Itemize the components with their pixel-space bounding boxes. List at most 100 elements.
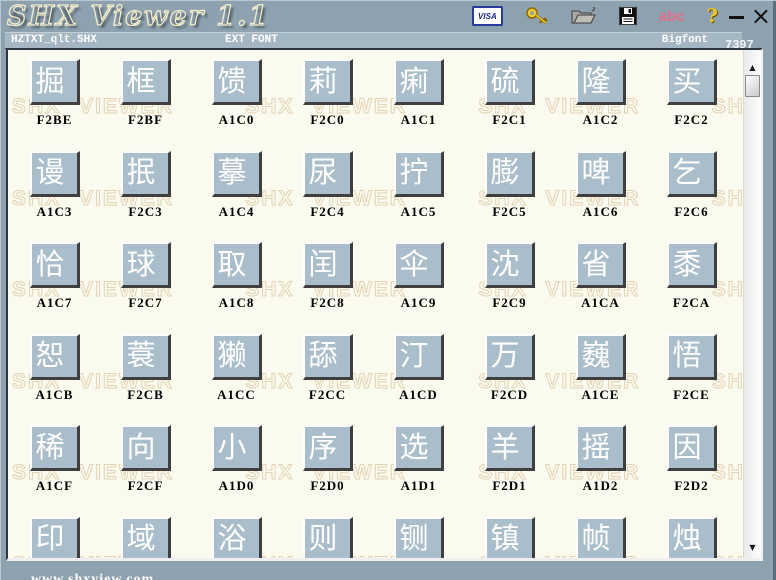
glyph-button[interactable]: 省 bbox=[575, 242, 626, 288]
glyph-button[interactable]: 买 bbox=[666, 59, 717, 105]
glyph-button[interactable]: 汀 bbox=[393, 333, 444, 380]
glyph-panel: SHX VIEWER SHX VIEWER SHX VIEWER SHX VIE… bbox=[6, 48, 763, 561]
glyph-char: 则 bbox=[308, 523, 338, 555]
font-type-label: EXT FONT bbox=[225, 34, 278, 46]
glyph-char: 蓑 bbox=[126, 340, 156, 372]
glyph-cell: 闰 F2C8 bbox=[282, 242, 373, 334]
glyph-button[interactable]: 摹 bbox=[211, 150, 262, 197]
glyph-button[interactable]: 闰 bbox=[302, 242, 353, 288]
scroll-down-icon[interactable]: ▼ bbox=[749, 544, 755, 552]
glyph-button[interactable]: 框 bbox=[120, 59, 171, 105]
glyph-button[interactable]: 恰 bbox=[29, 242, 80, 288]
glyph-button[interactable]: 铡 bbox=[393, 516, 444, 558]
glyph-char: 黍 bbox=[672, 248, 702, 281]
glyph-content: SHX VIEWER SHX VIEWER SHX VIEWER SHX VIE… bbox=[8, 50, 743, 558]
glyph-button[interactable]: 向 bbox=[120, 425, 171, 471]
glyph-char: 拧 bbox=[399, 157, 429, 189]
glyph-button[interactable]: 黍 bbox=[666, 242, 717, 288]
glyph-button[interactable]: 序 bbox=[302, 425, 353, 471]
glyph-button[interactable]: 掘 bbox=[29, 59, 80, 105]
glyph-button[interactable]: 稀 bbox=[29, 425, 80, 471]
glyph-button[interactable]: 球 bbox=[120, 242, 171, 288]
abc-text-icon[interactable]: abc bbox=[659, 8, 685, 25]
glyph-char: 万 bbox=[490, 340, 520, 372]
glyph-char: 摹 bbox=[217, 157, 247, 189]
glyph-code: A1C1 bbox=[400, 112, 437, 127]
glyph-code: F2C8 bbox=[310, 295, 345, 310]
glyph-button[interactable]: 乞 bbox=[666, 150, 717, 197]
glyph-button[interactable]: 印 bbox=[29, 516, 80, 558]
glyph-button[interactable]: 因 bbox=[666, 425, 717, 471]
glyph-cell: 则 bbox=[282, 516, 373, 558]
glyph-button[interactable]: 蓑 bbox=[120, 333, 171, 380]
glyph-cell: 黍 F2CA bbox=[646, 242, 737, 334]
minimize-button[interactable] bbox=[728, 7, 745, 25]
glyph-button[interactable]: 抿 bbox=[120, 150, 171, 197]
glyph-button[interactable]: 馈 bbox=[211, 59, 262, 105]
glyph-cell: 巍 A1CE bbox=[555, 333, 646, 426]
glyph-code: F2C9 bbox=[492, 295, 527, 310]
glyph-button[interactable]: 选 bbox=[393, 425, 444, 471]
glyph-button[interactable]: 羊 bbox=[484, 425, 535, 471]
glyph-button[interactable]: 舔 bbox=[302, 333, 353, 380]
glyph-char: 馈 bbox=[217, 65, 247, 98]
glyph-button[interactable]: 獭 bbox=[211, 333, 262, 380]
glyph-cell: 帧 bbox=[555, 516, 646, 558]
glyph-code: F2C5 bbox=[492, 203, 527, 219]
glyph-cell: 啤 A1C6 bbox=[555, 150, 646, 243]
glyph-button[interactable]: 恕 bbox=[29, 333, 80, 380]
glyph-button[interactable]: 硫 bbox=[484, 59, 535, 105]
glyph-button[interactable]: 伞 bbox=[393, 242, 444, 288]
close-button[interactable]: × bbox=[751, 4, 771, 28]
glyph-button[interactable]: 沈 bbox=[484, 242, 535, 288]
scroll-up-icon[interactable]: ▲ bbox=[749, 64, 755, 72]
glyph-cell: 痢 A1C1 bbox=[373, 59, 464, 151]
glyph-button[interactable]: 万 bbox=[484, 333, 535, 380]
glyph-char: 向 bbox=[126, 431, 156, 464]
help-question-icon[interactable]: ? bbox=[707, 5, 718, 27]
glyph-button[interactable]: 摇 bbox=[575, 425, 626, 471]
glyph-button[interactable]: 镇 bbox=[484, 516, 535, 558]
glyph-cell: 掘 F2BE bbox=[9, 59, 100, 151]
glyph-char: 舔 bbox=[308, 340, 338, 372]
glyph-button[interactable]: 取 bbox=[211, 242, 262, 288]
glyph-char: 谩 bbox=[35, 157, 65, 189]
glyph-button[interactable]: 莉 bbox=[302, 59, 353, 105]
glyph-button[interactable]: 拧 bbox=[393, 150, 444, 197]
glyph-code: A1CF bbox=[35, 478, 74, 493]
glyph-button[interactable]: 啤 bbox=[575, 150, 626, 197]
glyph-button[interactable]: 则 bbox=[302, 516, 353, 558]
glyph-button[interactable]: 悟 bbox=[666, 333, 717, 380]
glyph-char: 因 bbox=[672, 431, 702, 464]
glyph-button[interactable]: 尿 bbox=[302, 150, 353, 197]
glyph-button[interactable]: 痢 bbox=[393, 59, 444, 105]
glyph-button[interactable]: 域 bbox=[120, 516, 171, 558]
glyph-char: 伞 bbox=[399, 248, 429, 281]
glyph-button[interactable]: 膨 bbox=[484, 150, 535, 197]
glyph-button[interactable]: 谩 bbox=[29, 150, 80, 197]
open-folder-icon[interactable] bbox=[571, 7, 597, 25]
glyph-button[interactable]: 烛 bbox=[666, 516, 717, 558]
glyph-char: 恕 bbox=[35, 340, 65, 372]
scrollbar-thumb[interactable] bbox=[745, 75, 760, 97]
glyph-code: F2C4 bbox=[310, 203, 345, 219]
glyph-cell: 买 F2C2 bbox=[646, 59, 737, 151]
font-kind-label: Bigfont bbox=[661, 34, 708, 46]
glyph-code: F2D1 bbox=[492, 478, 527, 493]
glyph-cell: 悟 F2CE bbox=[646, 333, 737, 426]
glyph-cell: 浴 bbox=[191, 516, 282, 558]
glyph-char: 膨 bbox=[490, 157, 520, 189]
visa-card-icon[interactable]: VISA bbox=[471, 6, 503, 26]
glyph-cell: 尿 F2C4 bbox=[282, 150, 373, 243]
glyph-cell: 取 A1C8 bbox=[191, 242, 282, 334]
glyph-button[interactable]: 小 bbox=[211, 425, 262, 471]
glyph-button[interactable]: 帧 bbox=[575, 516, 626, 558]
glyph-button[interactable]: 浴 bbox=[211, 516, 262, 558]
save-floppy-icon[interactable] bbox=[618, 7, 637, 25]
glyph-cell: 烛 bbox=[646, 516, 737, 558]
glyph-char: 摇 bbox=[581, 431, 611, 464]
key-icon[interactable] bbox=[525, 6, 549, 26]
glyph-button[interactable]: 巍 bbox=[575, 333, 626, 380]
glyph-button[interactable]: 隆 bbox=[575, 59, 626, 105]
vertical-scrollbar[interactable]: ▲ ▼ bbox=[743, 50, 761, 558]
